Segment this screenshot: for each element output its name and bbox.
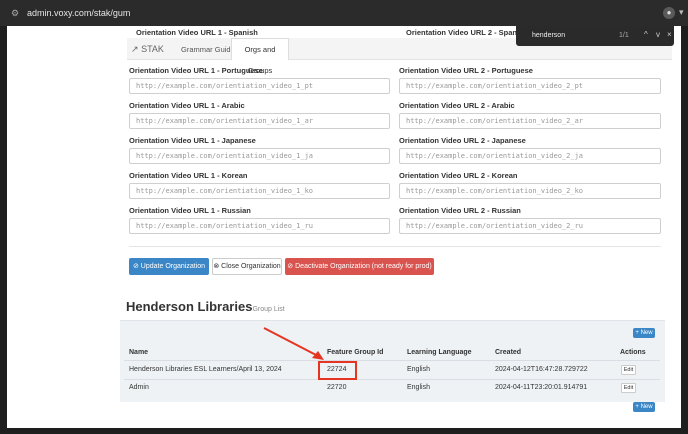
group-list-subtitle: Group List [252,306,285,313]
field-label: Orientation Video URL 1 - Korean [129,171,248,180]
column-header-created: Created [495,349,522,356]
menu-chevron-icon[interactable]: ▾ [679,7,684,18]
column-header-name: Name [129,349,149,356]
field-label: Orientation Video URL 2 - Korean [399,171,518,180]
check-icon: ⊘ [132,263,139,270]
field-label: Orientation Video URL 2 - Portuguese [399,66,533,75]
find-next-icon[interactable]: v [656,30,660,40]
address-bar[interactable]: admin.voxy.com/stak/gum [27,7,130,19]
video-url2-ru-input[interactable]: http://example.com/orientiation_video_2_… [399,218,661,234]
column-header-actions: Actions [620,349,646,356]
annotation-arrow-icon [263,327,324,360]
divider [129,246,661,247]
group-name-cell: Admin [129,384,149,391]
field-label: Orientation Video URL 1 - Russian [129,206,251,215]
update-label: Update Organization [140,263,206,270]
group-name-cell: Henderson Libraries ESL Learners/April 1… [129,366,282,373]
field-label: Orientation Video URL 1 - Japanese [129,136,256,145]
close-label: Close Organization [221,263,281,270]
find-input[interactable]: henderson [532,31,565,41]
page-content: Orientation Video URL 1 - Spanish Orient… [7,26,681,428]
brand-label: STAK [141,44,164,54]
field-label-url2-spanish: Orientation Video URL 2 - Spanish [406,28,528,37]
org-name: Henderson Libraries [126,299,253,314]
field-label-url1-spanish: Orientation Video URL 1 - Spanish [136,28,258,37]
created-cell: 2024-04-12T16:47:28.729722 [495,366,588,373]
row-divider [124,360,660,361]
edit-button[interactable]: Edit [621,365,636,375]
profile-avatar-icon[interactable]: ● [663,7,675,19]
ban-icon: ⊘ [287,263,294,270]
stak-brand[interactable]: ↗ STAK [131,44,164,54]
row-divider [124,379,660,380]
site-info-icon[interactable]: ⚙ [11,8,23,18]
find-close-icon[interactable]: × [667,30,672,40]
field-label: Orientation Video URL 2 - Japanese [399,136,526,145]
video-url2-pt-input[interactable]: http://example.com/orientiation_video_2_… [399,78,661,94]
learning-language-cell: English [407,366,430,373]
video-url2-ar-input[interactable]: http://example.com/orientiation_video_2_… [399,113,661,129]
deactivate-organization-button[interactable]: ⊘ Deactivate Organization (not ready for… [285,258,434,275]
stak-logo-icon: ↗ [131,44,139,54]
tab-grammar-guide[interactable]: Grammar Guide [181,45,235,54]
deactivate-label: Deactivate Organization (not ready for p… [295,263,432,270]
close-circle-icon: ⊗ [213,263,220,270]
new-group-button-top[interactable]: + New [633,328,655,338]
field-label: Orientation Video URL 1 - Portuguese [129,66,263,75]
tab-orgs-and-groups[interactable]: Orgs and Groups [231,38,289,75]
edit-button[interactable]: Edit [621,383,636,393]
created-cell: 2024-04-11T23:20:01.914791 [495,384,588,391]
column-header-feature-group-id: Feature Group Id [327,349,384,356]
field-label: Orientation Video URL 2 - Arabic [399,101,515,110]
learning-language-cell: English [407,384,430,391]
video-url1-ko-input[interactable]: http://example.com/orientiation_video_1_… [129,183,390,199]
close-organization-button[interactable]: ⊗ Close Organization [212,258,282,275]
feature-group-id-cell: 22720 [327,384,347,391]
video-url2-ja-input[interactable]: http://example.com/orientiation_video_2_… [399,148,661,164]
video-url2-ko-input[interactable]: http://example.com/orientiation_video_2_… [399,183,661,199]
find-previous-icon[interactable]: ^ [644,30,648,40]
column-header-learning-language: Learning Language [407,349,472,356]
new-group-button-bottom[interactable]: + New [633,402,655,412]
find-in-page-bar: henderson 1/1 ^ v × [516,26,674,46]
field-label: Orientation Video URL 2 - Russian [399,206,521,215]
video-url1-ru-input[interactable]: http://example.com/orientiation_video_1_… [129,218,390,234]
group-list-heading: Henderson LibrariesGroup List [126,299,285,318]
video-url1-pt-input[interactable]: http://example.com/orientiation_video_1_… [129,78,390,94]
field-label: Orientation Video URL 1 - Arabic [129,101,245,110]
browser-toolbar: ⚙ admin.voxy.com/stak/gum ● ▾ [0,0,688,26]
annotation-highlight-box [318,361,357,380]
video-url1-ar-input[interactable]: http://example.com/orientiation_video_1_… [129,113,390,129]
update-organization-button[interactable]: ⊘ Update Organization [129,258,209,275]
video-url1-ja-input[interactable]: http://example.com/orientiation_video_1_… [129,148,390,164]
find-match-count: 1/1 [619,32,629,39]
